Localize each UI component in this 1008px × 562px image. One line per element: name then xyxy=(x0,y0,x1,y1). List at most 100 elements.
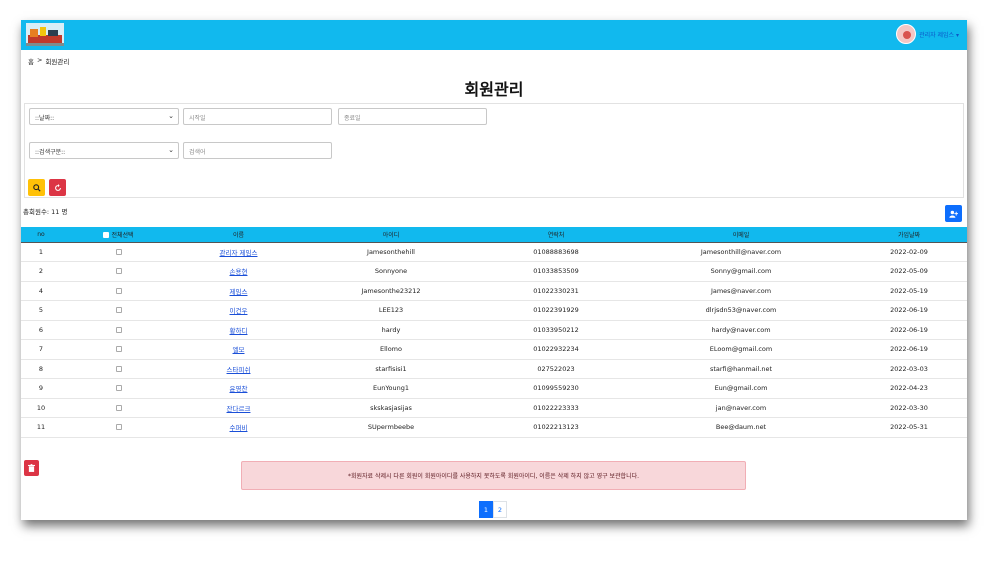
table-row: 10 잔다르크 skskasjasijas 01022223333 jan@naver.… xyxy=(21,398,967,418)
row-checkbox[interactable] xyxy=(115,248,122,255)
delete-button[interactable] xyxy=(24,460,39,476)
cell-name: 스타피쉬 xyxy=(176,359,301,379)
row-checkbox[interactable] xyxy=(115,287,122,294)
cell-phone: 01088883698 xyxy=(533,247,579,256)
date-filter-select[interactable]: ::날짜:: ⌄ xyxy=(29,108,179,125)
col-no: no xyxy=(21,227,61,243)
member-name-link[interactable]: 스타피쉬 xyxy=(227,366,251,374)
cell-phone: 01022330231 xyxy=(533,286,579,295)
row-checkbox[interactable] xyxy=(115,385,122,392)
logo-icon[interactable] xyxy=(26,23,64,46)
row-checkbox[interactable] xyxy=(115,307,122,314)
row-checkbox[interactable] xyxy=(115,404,122,411)
reset-button[interactable] xyxy=(49,179,66,196)
cell-email: Bee@daum.net xyxy=(715,423,767,432)
page-2-button[interactable]: 2 xyxy=(493,501,507,518)
cell-checkbox xyxy=(61,320,176,340)
cell-name: 수퍼비 xyxy=(176,418,301,438)
end-date-input[interactable]: 종료일 xyxy=(338,108,487,125)
total-members: 총회원수: 11 명 xyxy=(23,208,68,216)
cell-no: 4 xyxy=(38,286,44,295)
cell-id: Ellomo xyxy=(379,345,402,354)
row-checkbox[interactable] xyxy=(115,424,122,431)
cell-no: 11 xyxy=(36,423,46,432)
row-checkbox[interactable] xyxy=(115,346,122,353)
cell-checkbox xyxy=(61,398,176,418)
table-row: 8 스타피쉬 starfisisi1 027522023 starfi@hanmail.… xyxy=(21,359,967,379)
cell-joined: 2022-04-23 xyxy=(890,384,928,393)
cell-id: starfisisi1 xyxy=(375,364,407,373)
table-row: 5 이건우 LEE123 01022391929 dlrjsdn53@naver.com… xyxy=(21,301,967,321)
cell-name: 윤영찬 xyxy=(176,379,301,399)
chevron-down-icon: ⌄ xyxy=(168,146,174,154)
row-checkbox[interactable] xyxy=(115,365,122,372)
member-name-link[interactable]: 수퍼비 xyxy=(230,424,248,432)
cell-email: Sonny@gmail.com xyxy=(710,267,772,276)
col-select-all[interactable]: 전체선택 xyxy=(61,227,176,243)
cell-phone: 01033853509 xyxy=(533,267,579,276)
col-email: 이메일 xyxy=(631,227,851,243)
cell-no: 6 xyxy=(38,325,44,334)
select-all-label: 전체선택 xyxy=(111,231,134,239)
avatar xyxy=(896,24,917,44)
cell-no: 8 xyxy=(38,364,44,373)
cell-phone: 01022391929 xyxy=(533,306,579,315)
member-name-link[interactable]: 제임스 xyxy=(230,288,248,296)
table-header-row: no 전체선택 이름 아이디 연락처 이메일 가입날짜 xyxy=(21,227,967,243)
search-type-select[interactable]: ::검색구분:: ⌄ xyxy=(29,142,179,159)
cell-joined: 2022-05-31 xyxy=(890,423,928,432)
cell-id: EunYoung1 xyxy=(373,384,409,393)
cell-email: hardy@naver.com xyxy=(711,325,771,334)
member-name-link[interactable]: 손용현 xyxy=(230,268,248,276)
table-row: 7 엘모 Ellomo 01022932234 ELoom@gmail.com 2022-… xyxy=(21,340,967,359)
cell-joined: 2022-06-19 xyxy=(890,345,928,354)
cell-email: ELoom@gmail.com xyxy=(709,345,773,354)
start-date-input[interactable]: 시작일 xyxy=(183,108,332,125)
breadcrumb-separator: > xyxy=(36,56,43,64)
cell-name: 제임스 xyxy=(176,281,301,301)
cell-email: starfi@hanmail.net xyxy=(709,364,773,373)
cell-id: Jamesonthe23212 xyxy=(361,286,421,295)
table-row: 2 손용현 Sonnyone 01033853509 Sonny@gmail.com 20… xyxy=(21,262,967,282)
member-name-link[interactable]: 관리자 제임스 xyxy=(220,249,258,257)
col-name: 이름 xyxy=(176,227,301,243)
cell-name: 손용현 xyxy=(176,262,301,282)
cell-name: 황하디 xyxy=(176,320,301,340)
member-name-link[interactable]: 엘모 xyxy=(233,346,245,354)
date-filter-value: ::날짜:: xyxy=(35,115,55,122)
cell-checkbox xyxy=(61,242,176,262)
row-checkbox[interactable] xyxy=(115,268,122,275)
member-name-link[interactable]: 잔다르크 xyxy=(227,405,251,413)
search-panel: ::날짜:: ⌄ 시작일 종료일 ::검색구분:: ⌄ 검색어 xyxy=(24,103,964,198)
select-all-checkbox[interactable] xyxy=(103,232,110,239)
username[interactable]: 관리자 제임스 ▾ xyxy=(919,30,959,39)
user-menu[interactable]: 관리자 제임스 ▾ xyxy=(896,24,959,44)
cell-checkbox xyxy=(61,379,176,399)
app-window: 관리자 제임스 ▾ 홈 > 회원관리 회원관리 ::날짜:: ⌄ 시작일 종료일… xyxy=(21,20,967,520)
page-title: 회원관리 xyxy=(464,80,524,99)
pagination: 12 xyxy=(479,501,507,518)
cell-email: Eun@gmail.com xyxy=(714,384,768,393)
table-row: 9 윤영찬 EunYoung1 01099559230 Eun@gmail.com 202… xyxy=(21,379,967,399)
cell-no: 10 xyxy=(36,403,46,412)
search-button[interactable] xyxy=(28,179,45,196)
page-1-button[interactable]: 1 xyxy=(479,501,493,518)
cell-checkbox xyxy=(61,262,176,282)
cell-joined: 2022-06-19 xyxy=(890,325,928,334)
cell-email: dlrjsdn53@naver.com xyxy=(705,306,777,315)
member-name-link[interactable]: 윤영찬 xyxy=(230,385,248,393)
add-user-button[interactable] xyxy=(945,205,962,222)
top-navbar: 관리자 제임스 ▾ xyxy=(21,20,967,50)
cell-joined: 2022-03-30 xyxy=(890,403,928,412)
cell-joined: 2022-06-19 xyxy=(890,306,928,315)
member-name-link[interactable]: 이건우 xyxy=(230,307,248,315)
member-name-link[interactable]: 황하디 xyxy=(230,327,248,335)
row-checkbox[interactable] xyxy=(115,326,122,333)
cell-no: 2 xyxy=(38,267,44,276)
member-table: no 전체선택 이름 아이디 연락처 이메일 가입날짜 1 관리자 제임스 Jame… xyxy=(21,227,967,438)
cell-id: SUpermbeebe xyxy=(367,423,415,432)
cell-phone: 01099559230 xyxy=(533,384,579,393)
keyword-input[interactable]: 검색어 xyxy=(183,142,332,159)
cell-name: 이건우 xyxy=(176,301,301,321)
breadcrumb-home[interactable]: 홈 xyxy=(28,56,34,66)
